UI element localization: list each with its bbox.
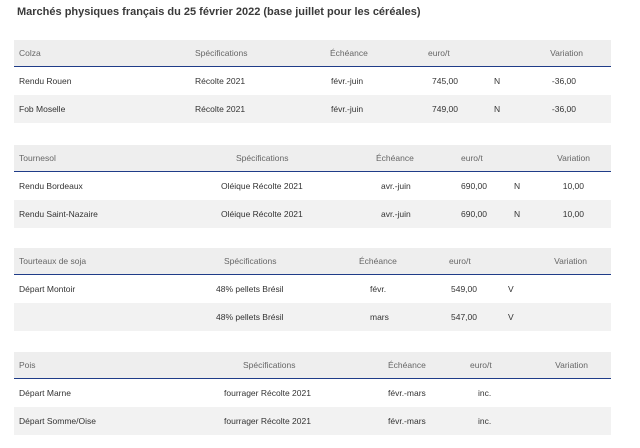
table-header: Pois Spécifications Échéance euro/t Vari…	[14, 352, 611, 379]
table-row: Rendu Rouen Récolte 2021 févr.-juin 745,…	[14, 67, 611, 95]
place: Rendu Bordeaux	[19, 181, 83, 191]
header-variation: Variation	[554, 256, 587, 266]
table-row: Départ Somme/Oise fourrager Récolte 2021…	[14, 407, 611, 435]
place: Départ Montoir	[19, 284, 76, 294]
header-specifications: Spécifications	[195, 48, 248, 58]
place: Départ Somme/Oise	[19, 416, 96, 426]
price: 690,00	[461, 181, 487, 191]
table-colza: Colza Spécifications Échéance euro/t Var…	[14, 40, 611, 123]
header-price: euro/t	[461, 153, 483, 163]
header-variation: Variation	[557, 153, 590, 163]
header-price: euro/t	[470, 360, 492, 370]
table-tournesol: Tournesol Spécifications Échéance euro/t…	[14, 145, 611, 228]
table-row: 48% pellets Brésil mars 547,00 V	[14, 303, 611, 331]
price: 547,00	[451, 312, 477, 322]
echeance: avr.-juin	[381, 209, 411, 219]
table-pois: Pois Spécifications Échéance euro/t Vari…	[14, 352, 611, 435]
echeance: févr.	[370, 284, 387, 294]
echeance: févr.-juin	[331, 104, 364, 114]
section-name: Tournesol	[19, 153, 56, 163]
section-name: Colza	[19, 48, 41, 58]
table-row: Départ Montoir 48% pellets Brésil févr. …	[14, 275, 611, 303]
price-flag: V	[508, 312, 514, 322]
specification: Récolte 2021	[195, 76, 246, 86]
table-row: Rendu Saint-Nazaire Oléique Récolte 2021…	[14, 200, 611, 228]
table-header: Tournesol Spécifications Échéance euro/t…	[14, 145, 611, 172]
price-flag: V	[508, 284, 514, 294]
variation: 10,00	[562, 209, 584, 219]
price: 749,00	[432, 104, 458, 114]
echeance: mars	[370, 312, 389, 322]
echeance: févr.-mars	[388, 388, 426, 398]
price: inc.	[478, 388, 492, 398]
specification: fourrager Récolte 2021	[224, 388, 311, 398]
specification: fourrager Récolte 2021	[224, 416, 311, 426]
place: Rendu Rouen	[19, 76, 72, 86]
header-echeance: Échéance	[388, 360, 426, 370]
header-echeance: Échéance	[376, 153, 414, 163]
specification: Oléique Récolte 2021	[221, 209, 303, 219]
header-variation: Variation	[555, 360, 588, 370]
specification: Récolte 2021	[195, 104, 246, 114]
header-specifications: Spécifications	[224, 256, 277, 266]
section-name: Tourteaux de soja	[19, 256, 87, 266]
header-echeance: Échéance	[359, 256, 397, 266]
specification: 48% pellets Brésil	[216, 312, 284, 322]
echeance: févr.-mars	[388, 416, 426, 426]
table-header: Tourteaux de soja Spécifications Échéanc…	[14, 248, 611, 275]
table-header: Colza Spécifications Échéance euro/t Var…	[14, 40, 611, 67]
place: Fob Moselle	[19, 104, 66, 114]
variation: -36,00	[551, 104, 576, 114]
header-price: euro/t	[449, 256, 471, 266]
price-flag: N	[494, 104, 501, 114]
price: 690,00	[461, 209, 487, 219]
header-specifications: Spécifications	[236, 153, 289, 163]
price: inc.	[478, 416, 492, 426]
echeance: févr.-juin	[331, 76, 364, 86]
table-row: Fob Moselle Récolte 2021 févr.-juin 749,…	[14, 95, 611, 123]
price-flag: N	[494, 76, 501, 86]
header-echeance: Échéance	[330, 48, 368, 58]
place: Départ Marne	[19, 388, 71, 398]
header-price: euro/t	[428, 48, 450, 58]
table-row: Départ Marne fourrager Récolte 2021 févr…	[14, 379, 611, 407]
section-name: Pois	[19, 360, 36, 370]
variation: 10,00	[562, 181, 584, 191]
price: 745,00	[432, 76, 458, 86]
price-flag: N	[514, 209, 521, 219]
price-flag: N	[514, 181, 521, 191]
specification: 48% pellets Brésil	[216, 284, 284, 294]
header-variation: Variation	[550, 48, 583, 58]
price: 549,00	[451, 284, 477, 294]
variation: -36,00	[551, 76, 576, 86]
page-title: Marchés physiques français du 25 février…	[17, 6, 421, 18]
table-row: Rendu Bordeaux Oléique Récolte 2021 avr.…	[14, 172, 611, 200]
place: Rendu Saint-Nazaire	[19, 209, 98, 219]
header-specifications: Spécifications	[243, 360, 296, 370]
table-tourteaux-de-soja: Tourteaux de soja Spécifications Échéanc…	[14, 248, 611, 331]
echeance: avr.-juin	[381, 181, 411, 191]
specification: Oléique Récolte 2021	[221, 181, 303, 191]
